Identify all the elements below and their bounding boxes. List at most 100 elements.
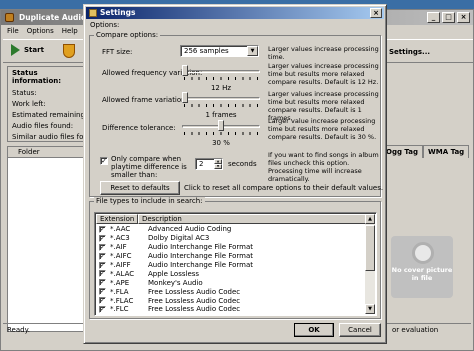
status-row: Similar audio files found: [12,133,100,141]
file-type-description: Audio Interchange File Format [148,261,253,269]
menu-bar: File Options Help [1,25,78,38]
scroll-down-icon[interactable]: ▼ [365,304,375,314]
settings-toolbar-button[interactable]: Settings... [389,48,430,56]
playtime-checkbox[interactable]: ✓ [100,157,108,165]
file-type-description: Apple Lossless [148,269,200,278]
folder-column-header[interactable]: Folder [8,147,86,158]
file-type-checkbox[interactable]: ✓ [99,279,106,287]
dialog-title: Settings [100,8,136,17]
file-type-extension: *.AC3 [110,234,130,243]
start-label: Start [24,46,44,54]
tab-wma-tag[interactable]: WMA Tag [423,145,470,158]
shield-icon[interactable] [63,44,75,58]
file-type-extension: *.FLAC [110,296,134,305]
list-scrollbar[interactable]: ▲ ▼ [365,214,375,314]
fft-size-select[interactable]: 256 samples ▼ [180,45,259,57]
status-panel: Status information: Status: Work left: E… [7,66,106,142]
spin-down-icon[interactable]: ▼ [214,164,222,169]
file-type-extension: *.AIFF [110,261,131,269]
file-type-checkbox[interactable]: ✓ [99,252,106,260]
app-icon [5,13,14,22]
slider-ticks [184,77,258,80]
menu-options[interactable]: Options [27,25,54,38]
file-type-row[interactable]: ✓ *.FLA Free Lossless Audio Codec [96,287,368,296]
settings-dialog: Settings × Options: Compare options: FFT… [83,4,387,344]
menu-file[interactable]: File [7,25,19,38]
file-type-extension: *.FLC [110,305,129,314]
tolerance-description: Larger value increase processing time bu… [268,117,377,141]
tab-ogg-tag[interactable]: Ogg Tag [381,145,424,158]
file-type-extension: *.ALAC [110,269,135,278]
frame-label: Allowed frame variation: [102,96,188,104]
file-types-title: File types to include in search: [94,197,205,205]
file-type-row[interactable]: ✓ *.FLAC Free Lossless Audio Codec [96,296,368,305]
spin-buttons: ▲ ▼ [214,159,222,169]
file-type-checkbox[interactable]: ✓ [99,225,106,233]
file-type-row[interactable]: ✓ *.AAC Advanced Audio Coding [96,225,368,234]
file-type-checkbox[interactable]: ✓ [99,243,106,251]
file-type-row[interactable]: ✓ *.ALAC Apple Lossless [96,269,368,278]
freq-slider[interactable] [182,64,260,82]
freq-description: Larger values increase processing time b… [268,62,379,86]
settings-icon [89,9,97,17]
file-types-group: File types to include in search: Extensi… [89,197,381,319]
tag-tabs: Ogg Tag WMA Tag [381,145,470,158]
reset-defaults-button[interactable]: Reset to defaults [100,181,180,195]
menu-help[interactable]: Help [62,25,78,38]
file-types-list[interactable]: Extension Description ✓ *.AAC Advanced Aud… [94,212,377,316]
file-type-row[interactable]: ✓ *.AIFC Audio Interchange File Format [96,252,368,261]
frame-value: 1 frames [205,111,237,119]
slider-track [182,70,260,73]
cover-placeholder: No cover picture in file [391,236,453,298]
file-type-description: Free Lossless Audio Codec [148,296,241,305]
close-window-button[interactable]: × [457,12,470,23]
file-type-extension: *.APE [110,278,130,287]
file-type-extension: *.FLA [110,287,129,296]
file-type-checkbox[interactable]: ✓ [99,288,106,296]
frame-slider[interactable] [182,91,260,109]
status-row: Estimated remaining time: [12,111,106,119]
scroll-up-icon[interactable]: ▲ [365,214,375,224]
playtime-seconds-value: 2 [199,160,204,168]
file-type-checkbox[interactable]: ✓ [99,270,106,278]
file-type-row[interactable]: ✓ *.APE Monkey's Audio [96,278,368,287]
file-type-checkbox[interactable]: ✓ [99,234,106,242]
tolerance-slider[interactable] [182,119,260,137]
chevron-down-icon[interactable]: ▼ [247,46,258,56]
file-type-extension: *.AAC [110,225,131,234]
file-type-row[interactable]: ✓ *.AIFF Audio Interchange File Format [96,261,368,270]
slider-thumb[interactable] [218,120,224,131]
slider-track [182,97,260,100]
dialog-close-button[interactable]: × [370,8,382,18]
file-type-row[interactable]: ✓ *.AC3 Dolby Digital AC3 [96,234,368,243]
status-row: Audio files found: [12,122,74,130]
tolerance-value: 30 % [212,139,230,147]
file-type-description: Advanced Audio Coding [148,225,232,234]
scroll-thumb[interactable] [365,225,375,271]
results-list[interactable]: Folder [7,146,87,332]
file-type-row[interactable]: ✓ *.AIF Audio Interchange File Format [96,243,368,252]
status-row: Work left: [12,100,46,108]
status-text: Ready. [7,326,30,334]
playtime-seconds-input[interactable]: 2 ▲ ▼ [195,158,223,170]
cd-icon [412,242,434,264]
file-type-checkbox[interactable]: ✓ [99,297,106,305]
slider-thumb[interactable] [182,92,188,103]
list-header: Extension Description [96,214,368,224]
file-type-checkbox[interactable]: ✓ [99,305,106,313]
tolerance-label: Difference tolerance: [102,124,176,132]
start-button[interactable]: Start [11,44,44,56]
file-type-description: Dolby Digital AC3 [148,234,210,243]
description-column-header[interactable]: Description [138,214,368,224]
extension-column-header[interactable]: Extension [96,214,138,224]
play-icon [11,44,20,56]
file-type-row[interactable]: ✓ *.FLC Free Lossless Audio Codec [96,305,368,314]
file-type-description: Audio Interchange File Format [148,243,253,252]
minimize-button[interactable]: _ [427,12,440,23]
slider-thumb[interactable] [182,65,188,76]
cancel-button[interactable]: Cancel [339,323,381,337]
compare-options-group: Compare options: FFT size: 256 samples ▼… [89,31,383,197]
file-type-checkbox[interactable]: ✓ [99,261,106,269]
ok-button[interactable]: OK [294,323,334,337]
maximize-button[interactable]: □ [442,12,455,23]
